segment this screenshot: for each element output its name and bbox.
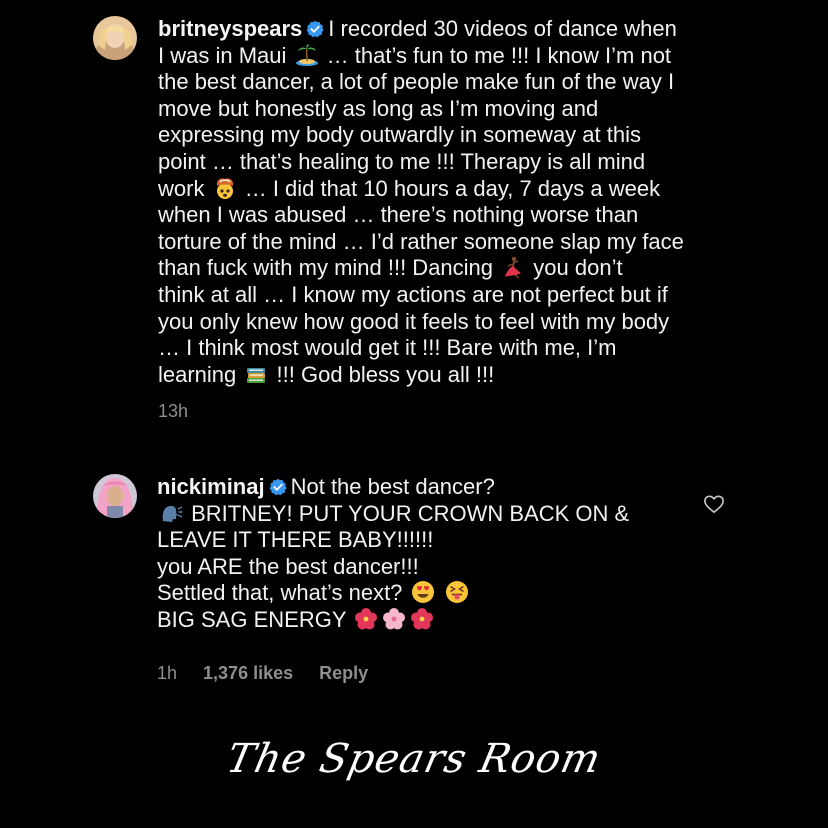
comment-timestamp: 13h xyxy=(158,401,189,421)
comment-line-text: BRITNEY! PUT YOUR CROWN BACK ON & xyxy=(191,500,630,526)
heart-eyes-emoji-icon xyxy=(411,581,434,604)
comment-line-text: you don’t xyxy=(533,255,623,281)
comment-line-text: Not the best dancer? xyxy=(290,474,495,499)
comment-line: you ARE the best dancer!!! xyxy=(157,553,419,579)
comment-line-text: I was in Maui xyxy=(158,42,287,68)
comment-text-britneyspears: britneyspears I recorded 30 videos of dan… xyxy=(158,16,684,388)
comment-line-text: … I did that 10 hours a day, 7 days a we… xyxy=(244,175,661,201)
verified-badge-icon xyxy=(306,20,324,38)
comment-line: learning !!! God bless you all !!! xyxy=(158,362,684,389)
exploding-head-emoji-icon xyxy=(216,177,233,199)
comment-line: expressing my body outwardly in someway … xyxy=(158,122,641,148)
comment-line: move but honestly as long as I’m moving … xyxy=(158,95,599,121)
comment-line: the best dancer, a lot of people make fu… xyxy=(158,69,675,95)
comment-line: BRITNEY! PUT YOUR CROWN BACK ON & xyxy=(157,501,629,528)
comment-meta-britneyspears: 13h xyxy=(158,401,214,422)
comment-line: nickiminaj Not the best dancer? xyxy=(157,474,629,501)
comment-line: point … that’s healing to me !!! Therapy… xyxy=(158,148,646,174)
likes-count[interactable]: 1,376 likes xyxy=(203,663,293,683)
squinting-tongue-emoji-icon xyxy=(445,581,468,604)
comment-timestamp: 1h xyxy=(157,663,178,683)
comment-line: britneyspears I recorded 30 videos of dan… xyxy=(158,16,684,43)
speaking-head-emoji-icon xyxy=(162,505,183,522)
comment-line: BIG SAG ENERGY xyxy=(157,607,629,634)
comment-line: torture of the mind … I’d rather someone… xyxy=(158,228,684,254)
comment-line-text: than fuck with my mind !!! Dancing xyxy=(158,255,494,281)
comment-line-text: !!! God bless you all !!! xyxy=(276,361,495,387)
avatar-nickiminaj[interactable] xyxy=(93,474,137,518)
dancer-emoji-icon xyxy=(505,257,522,279)
hibiscus-emoji-icon xyxy=(411,607,434,630)
comment-meta-nickiminaj: 1h 1,376 likes Reply xyxy=(157,663,394,684)
comment-line-text: learning xyxy=(158,361,237,387)
comment-line-text: Settled that, what’s next? xyxy=(157,580,403,606)
desert-island-emoji-icon xyxy=(295,44,318,66)
comment-line-text: I recorded 30 videos of dance when xyxy=(328,16,677,41)
cherry-blossom-emoji-icon xyxy=(383,607,406,630)
username-nickiminaj[interactable]: nickiminaj xyxy=(157,474,265,499)
comment-line-text: work xyxy=(158,175,205,201)
comment-text-nickiminaj: nickiminaj Not the best dancer? BRITNEY! … xyxy=(157,474,629,634)
comment-line: work … I did that 10 hours a day, 7 days… xyxy=(158,176,684,203)
comment-line: you only knew how good it feels to feel … xyxy=(158,308,670,334)
books-emoji-icon xyxy=(247,367,266,383)
comment-line: when I was abused … there’s nothing wors… xyxy=(158,202,639,228)
avatar-britneyspears[interactable] xyxy=(93,16,137,60)
comment-line: I was in Maui … that’s fun to me !!! I k… xyxy=(158,43,684,70)
comment-line: … I think most would get it !!! Bare wit… xyxy=(158,335,617,361)
comment-line: than fuck with my mind !!! Dancing you d… xyxy=(158,255,684,282)
username-britneyspears[interactable]: britneyspears xyxy=(158,16,302,41)
comment-line-text: BIG SAG ENERGY xyxy=(157,606,347,632)
comment-line-text: … that’s fun to me !!! I know I’m not xyxy=(326,42,672,68)
like-heart-icon[interactable] xyxy=(703,494,725,514)
hibiscus-emoji-icon xyxy=(355,607,378,630)
comment-line: LEAVE IT THERE BABY!!!!!! xyxy=(157,527,434,553)
comment-line: Settled that, what’s next? xyxy=(157,580,629,607)
comment-line: think at all … I know my actions are not… xyxy=(158,281,668,307)
verified-badge-icon xyxy=(269,478,287,496)
watermark-logo: The Spears Room xyxy=(222,736,606,782)
reply-button[interactable]: Reply xyxy=(319,663,368,683)
